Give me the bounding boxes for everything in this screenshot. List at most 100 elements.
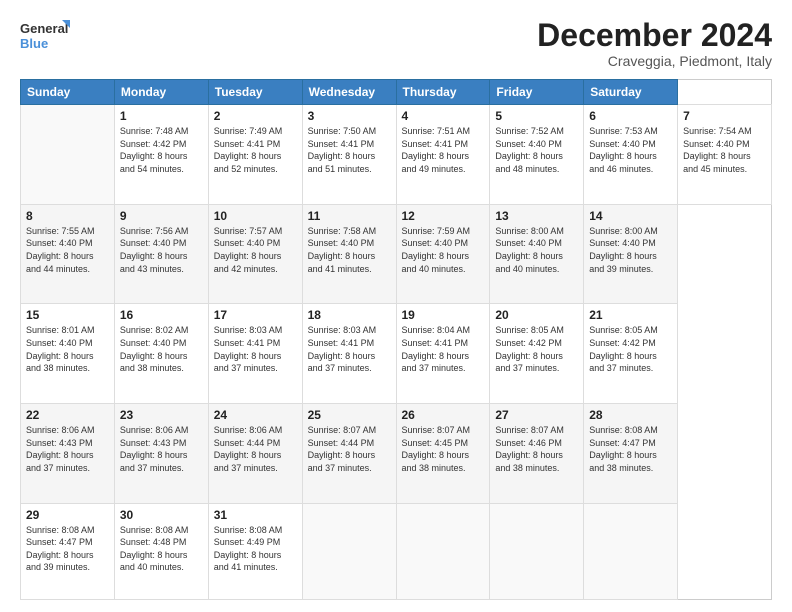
day-number: 16: [120, 308, 203, 322]
table-cell: 22 Sunrise: 8:06 AM Sunset: 4:43 PM Dayl…: [21, 404, 115, 504]
day-number: 14: [589, 209, 672, 223]
day-info: Sunrise: 7:50 AM Sunset: 4:41 PM Dayligh…: [308, 125, 391, 175]
sunset-label: Sunset: 4:40 PM: [589, 238, 656, 248]
sunrise-label: Sunrise: 8:06 AM: [214, 425, 283, 435]
col-sunday: Sunday: [21, 80, 115, 105]
day-number: 2: [214, 109, 297, 123]
sunset-label: Sunset: 4:40 PM: [683, 139, 750, 149]
calendar-header-row: Sunday Monday Tuesday Wednesday Thursday…: [21, 80, 772, 105]
day-number: 7: [683, 109, 766, 123]
sunrise-label: Sunrise: 8:03 AM: [214, 325, 283, 335]
sunset-label: Sunset: 4:49 PM: [214, 537, 281, 547]
sunset-label: Sunset: 4:41 PM: [308, 338, 375, 348]
table-cell: [302, 503, 396, 599]
table-cell: 9 Sunrise: 7:56 AM Sunset: 4:40 PM Dayli…: [114, 204, 208, 304]
day-number: 13: [495, 209, 578, 223]
table-cell: [490, 503, 584, 599]
day-info: Sunrise: 8:03 AM Sunset: 4:41 PM Dayligh…: [308, 324, 391, 374]
sunset-label: Sunset: 4:43 PM: [26, 438, 93, 448]
day-info: Sunrise: 7:58 AM Sunset: 4:40 PM Dayligh…: [308, 225, 391, 275]
table-cell: 3 Sunrise: 7:50 AM Sunset: 4:41 PM Dayli…: [302, 105, 396, 205]
sunset-label: Sunset: 4:45 PM: [402, 438, 469, 448]
table-cell: 23 Sunrise: 8:06 AM Sunset: 4:43 PM Dayl…: [114, 404, 208, 504]
calendar-table: Sunday Monday Tuesday Wednesday Thursday…: [20, 79, 772, 600]
col-tuesday: Tuesday: [208, 80, 302, 105]
sunrise-label: Sunrise: 8:08 AM: [589, 425, 658, 435]
day-number: 8: [26, 209, 109, 223]
sunrise-label: Sunrise: 7:56 AM: [120, 226, 189, 236]
day-info: Sunrise: 7:59 AM Sunset: 4:40 PM Dayligh…: [402, 225, 485, 275]
daylight-label: Daylight: 8 hours and 37 minutes.: [308, 351, 376, 374]
day-info: Sunrise: 7:56 AM Sunset: 4:40 PM Dayligh…: [120, 225, 203, 275]
daylight-label: Daylight: 8 hours and 51 minutes.: [308, 151, 376, 174]
sunrise-label: Sunrise: 8:08 AM: [120, 525, 189, 535]
sunset-label: Sunset: 4:40 PM: [308, 238, 375, 248]
table-cell: 17 Sunrise: 8:03 AM Sunset: 4:41 PM Dayl…: [208, 304, 302, 404]
day-info: Sunrise: 8:07 AM Sunset: 4:46 PM Dayligh…: [495, 424, 578, 474]
sunset-label: Sunset: 4:40 PM: [402, 238, 469, 248]
sunset-label: Sunset: 4:42 PM: [589, 338, 656, 348]
table-cell: 8 Sunrise: 7:55 AM Sunset: 4:40 PM Dayli…: [21, 204, 115, 304]
day-number: 3: [308, 109, 391, 123]
sunset-label: Sunset: 4:47 PM: [589, 438, 656, 448]
sunrise-label: Sunrise: 8:00 AM: [495, 226, 564, 236]
day-number: 23: [120, 408, 203, 422]
day-number: 6: [589, 109, 672, 123]
table-cell: 1 Sunrise: 7:48 AM Sunset: 4:42 PM Dayli…: [114, 105, 208, 205]
day-info: Sunrise: 7:55 AM Sunset: 4:40 PM Dayligh…: [26, 225, 109, 275]
main-title: December 2024: [537, 18, 772, 53]
daylight-label: Daylight: 8 hours and 45 minutes.: [683, 151, 751, 174]
day-number: 31: [214, 508, 297, 522]
day-number: 30: [120, 508, 203, 522]
sunset-label: Sunset: 4:42 PM: [495, 338, 562, 348]
day-info: Sunrise: 8:05 AM Sunset: 4:42 PM Dayligh…: [589, 324, 672, 374]
day-info: Sunrise: 8:04 AM Sunset: 4:41 PM Dayligh…: [402, 324, 485, 374]
sunrise-label: Sunrise: 8:00 AM: [589, 226, 658, 236]
table-cell: 21 Sunrise: 8:05 AM Sunset: 4:42 PM Dayl…: [584, 304, 678, 404]
sunset-label: Sunset: 4:40 PM: [214, 238, 281, 248]
day-info: Sunrise: 7:54 AM Sunset: 4:40 PM Dayligh…: [683, 125, 766, 175]
table-cell: 19 Sunrise: 8:04 AM Sunset: 4:41 PM Dayl…: [396, 304, 490, 404]
logo-svg: General Blue: [20, 18, 70, 54]
table-cell: 16 Sunrise: 8:02 AM Sunset: 4:40 PM Dayl…: [114, 304, 208, 404]
calendar-page: General Blue December 2024 Craveggia, Pi…: [0, 0, 792, 612]
table-cell: 2 Sunrise: 7:49 AM Sunset: 4:41 PM Dayli…: [208, 105, 302, 205]
table-cell: [21, 105, 115, 205]
sunrise-label: Sunrise: 7:55 AM: [26, 226, 95, 236]
day-number: 11: [308, 209, 391, 223]
sunrise-label: Sunrise: 8:01 AM: [26, 325, 95, 335]
table-cell: [396, 503, 490, 599]
sunrise-label: Sunrise: 8:07 AM: [402, 425, 471, 435]
table-cell: 12 Sunrise: 7:59 AM Sunset: 4:40 PM Dayl…: [396, 204, 490, 304]
sunset-label: Sunset: 4:46 PM: [495, 438, 562, 448]
table-cell: 25 Sunrise: 8:07 AM Sunset: 4:44 PM Dayl…: [302, 404, 396, 504]
day-number: 20: [495, 308, 578, 322]
sunrise-label: Sunrise: 8:07 AM: [308, 425, 377, 435]
sunset-label: Sunset: 4:40 PM: [495, 139, 562, 149]
sunrise-label: Sunrise: 7:51 AM: [402, 126, 471, 136]
table-cell: 14 Sunrise: 8:00 AM Sunset: 4:40 PM Dayl…: [584, 204, 678, 304]
sunset-label: Sunset: 4:41 PM: [214, 139, 281, 149]
table-cell: [584, 503, 678, 599]
day-info: Sunrise: 8:06 AM Sunset: 4:44 PM Dayligh…: [214, 424, 297, 474]
table-cell: 24 Sunrise: 8:06 AM Sunset: 4:44 PM Dayl…: [208, 404, 302, 504]
day-info: Sunrise: 8:01 AM Sunset: 4:40 PM Dayligh…: [26, 324, 109, 374]
day-number: 17: [214, 308, 297, 322]
sunset-label: Sunset: 4:44 PM: [308, 438, 375, 448]
sunrise-label: Sunrise: 7:48 AM: [120, 126, 189, 136]
sunset-label: Sunset: 4:41 PM: [402, 338, 469, 348]
sunrise-label: Sunrise: 8:05 AM: [589, 325, 658, 335]
sunrise-label: Sunrise: 8:08 AM: [214, 525, 283, 535]
sunset-label: Sunset: 4:41 PM: [308, 139, 375, 149]
sunset-label: Sunset: 4:40 PM: [26, 338, 93, 348]
daylight-label: Daylight: 8 hours and 38 minutes.: [495, 450, 563, 473]
sunset-label: Sunset: 4:41 PM: [402, 139, 469, 149]
table-cell: 18 Sunrise: 8:03 AM Sunset: 4:41 PM Dayl…: [302, 304, 396, 404]
daylight-label: Daylight: 8 hours and 38 minutes.: [120, 351, 188, 374]
daylight-label: Daylight: 8 hours and 40 minutes.: [120, 550, 188, 573]
daylight-label: Daylight: 8 hours and 38 minutes.: [402, 450, 470, 473]
day-info: Sunrise: 7:51 AM Sunset: 4:41 PM Dayligh…: [402, 125, 485, 175]
sunrise-label: Sunrise: 8:05 AM: [495, 325, 564, 335]
daylight-label: Daylight: 8 hours and 49 minutes.: [402, 151, 470, 174]
day-info: Sunrise: 8:06 AM Sunset: 4:43 PM Dayligh…: [26, 424, 109, 474]
